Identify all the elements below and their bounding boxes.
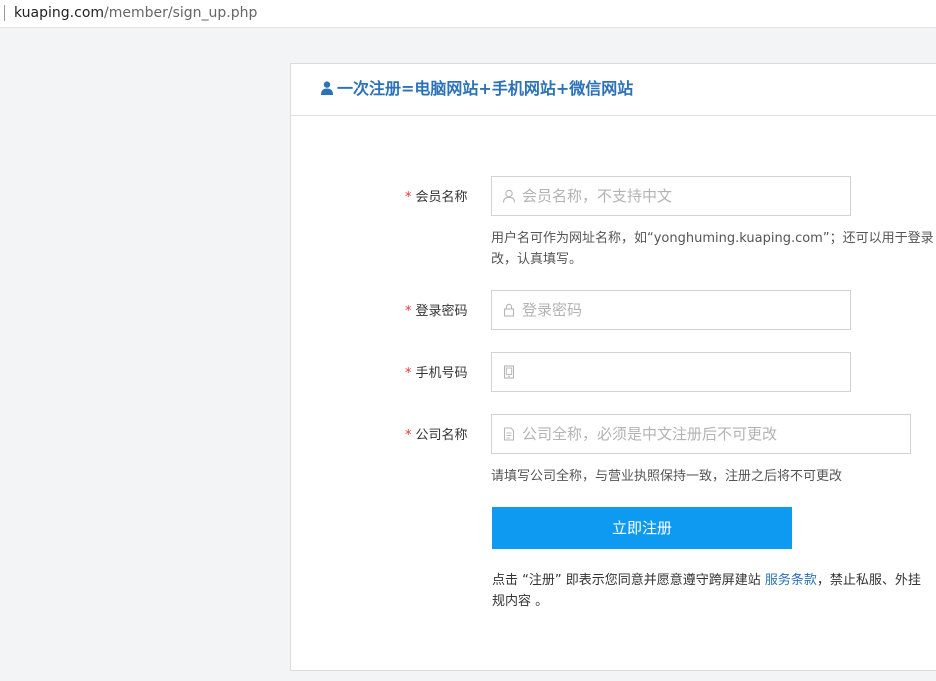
text-caret xyxy=(4,5,5,21)
terms-notice: 点击 “注册” 即表示您同意并愿意遵守跨屏建站 服务条款，禁止私服、外挂 规内容… xyxy=(492,570,921,612)
required-mark: * xyxy=(405,190,412,205)
company-field[interactable] xyxy=(491,414,911,454)
required-mark: * xyxy=(405,366,412,381)
register-button[interactable]: 立即注册 xyxy=(492,507,792,549)
company-input[interactable] xyxy=(522,415,900,453)
username-hint-line2: 改，认真填写。 xyxy=(491,252,583,267)
password-label: * 登录密码 xyxy=(405,303,468,321)
terms-prefix: 点击 “注册” 即表示您同意并愿意遵守跨屏建站 xyxy=(492,573,765,588)
terms-suffix: ，禁止私服、外挂 xyxy=(816,573,921,588)
user-icon xyxy=(321,81,333,95)
password-field[interactable] xyxy=(491,290,851,330)
username-hint-line1: 用户名可作为网址名称，如“yonghuming.kuaping.com”；还可以… xyxy=(491,231,934,246)
terms-line2: 规内容 。 xyxy=(492,594,549,609)
required-mark: * xyxy=(405,428,412,443)
username-field[interactable] xyxy=(491,176,851,216)
username-label-text: 会员名称 xyxy=(415,190,468,205)
password-input[interactable] xyxy=(522,291,840,329)
required-mark: * xyxy=(405,304,412,319)
user-outline-icon xyxy=(502,189,516,203)
phone-label: * 手机号码 xyxy=(405,365,468,383)
document-icon xyxy=(503,427,515,441)
url-path: /member/sign_up.php xyxy=(104,5,258,21)
address-bar[interactable]: kuaping.com/member/sign_up.php xyxy=(0,0,936,28)
phone-label-text: 手机号码 xyxy=(415,366,468,381)
mobile-phone-icon xyxy=(503,365,515,379)
company-label-text: 公司名称 xyxy=(415,428,468,443)
url-domain: kuaping.com xyxy=(14,5,105,21)
username-label: * 会员名称 xyxy=(405,189,468,207)
terms-line1: 点击 “注册” 即表示您同意并愿意遵守跨屏建站 服务条款，禁止私服、外挂 xyxy=(492,570,921,591)
password-label-text: 登录密码 xyxy=(415,304,468,319)
phone-input[interactable] xyxy=(522,353,840,391)
lock-icon xyxy=(503,303,515,317)
page-title: 一次注册=电脑网站+手机网站+微信网站 xyxy=(337,79,634,98)
phone-field[interactable] xyxy=(491,352,851,392)
terms-of-service-link[interactable]: 服务条款 xyxy=(765,573,817,588)
username-input[interactable] xyxy=(522,177,840,215)
company-hint: 请填写公司全称，与营业执照保持一致，注册之后将不可更改 xyxy=(491,469,843,484)
signup-card: 一次注册=电脑网站+手机网站+微信网站 *会员名称 用户名可作为网址名称，如“y… xyxy=(290,63,936,671)
url-text[interactable]: kuaping.com/member/sign_up.php xyxy=(14,4,257,22)
card-header: 一次注册=电脑网站+手机网站+微信网站 xyxy=(291,64,936,116)
company-label: * 公司名称 xyxy=(405,427,468,445)
